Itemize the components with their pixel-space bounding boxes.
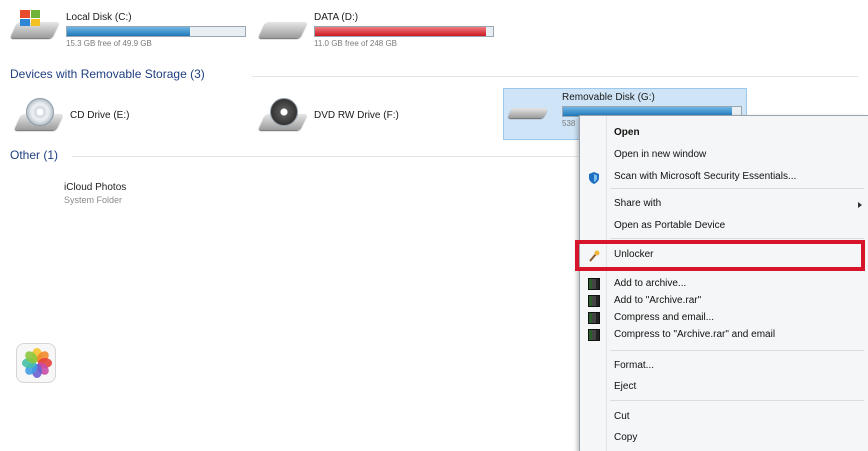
- drive-usage-bar: [314, 26, 494, 37]
- menu-item-compress-and-email[interactable]: Compress and email...: [614, 312, 714, 323]
- menu-item-open-new-window[interactable]: Open in new window: [614, 149, 706, 160]
- drive-name: Local Disk (C:): [66, 12, 132, 23]
- usb-drive-icon: [506, 88, 556, 124]
- menu-item-scan-security-essentials[interactable]: Scan with Microsoft Security Essentials.…: [614, 171, 796, 182]
- drive-local-c[interactable]: Local Disk (C:) 15.3 GB free of 49.9 GB: [10, 8, 246, 48]
- menu-item-add-to-archive[interactable]: Add to archive...: [614, 278, 686, 289]
- menu-item-share-with[interactable]: Share with: [614, 198, 661, 209]
- menu-item-cut[interactable]: Cut: [614, 411, 630, 422]
- winrar-icon: [588, 295, 600, 307]
- section-divider: [252, 76, 858, 77]
- hard-drive-icon: [258, 8, 308, 44]
- context-menu: Open Open in new window Scan with Micros…: [579, 115, 868, 451]
- drive-name: CD Drive (E:): [70, 110, 130, 121]
- winrar-icon: [588, 312, 600, 324]
- icloud-photos-item[interactable]: iCloud Photos System Folder: [0, 170, 200, 383]
- winrar-icon: [588, 278, 600, 290]
- menu-gutter: [606, 116, 607, 451]
- drive-cd-e[interactable]: CD Drive (E:): [14, 96, 129, 132]
- drive-usage-bar: [66, 26, 246, 37]
- menu-item-compress-to-archive-and-email[interactable]: Compress to "Archive.rar" and email: [614, 329, 775, 340]
- shield-icon: [588, 171, 600, 184]
- drive-name: DVD RW Drive (F:): [314, 110, 399, 121]
- submenu-arrow-icon: [858, 202, 862, 208]
- photos-icon: [16, 343, 56, 383]
- section-header-other[interactable]: Other (1): [10, 148, 58, 162]
- menu-item-open-portable-device[interactable]: Open as Portable Device: [614, 220, 725, 231]
- drive-free-space: 11.0 GB free of 248 GB: [314, 39, 398, 48]
- menu-item-eject[interactable]: Eject: [614, 381, 636, 392]
- windows-logo-icon: [20, 10, 40, 26]
- hard-drive-icon: [10, 8, 60, 44]
- cd-drive-icon: [14, 96, 64, 132]
- menu-item-format[interactable]: Format...: [614, 360, 654, 371]
- menu-separator: [610, 350, 864, 351]
- menu-separator: [610, 188, 864, 189]
- drive-dvd-f[interactable]: DVD RW Drive (F:): [258, 96, 399, 132]
- item-type: System Folder: [64, 195, 123, 205]
- drive-free-space: 15.3 GB free of 49.9 GB: [66, 39, 152, 48]
- drive-name: Removable Disk (G:): [562, 92, 655, 103]
- menu-item-copy[interactable]: Copy: [614, 432, 637, 443]
- menu-separator: [610, 400, 864, 401]
- menu-item-add-to-archive-rar[interactable]: Add to "Archive.rar": [614, 295, 701, 306]
- menu-separator: [610, 238, 864, 239]
- section-divider: [72, 156, 578, 157]
- item-name: iCloud Photos: [64, 182, 127, 193]
- unlocker-highlight-box: [575, 240, 865, 271]
- drive-data-d[interactable]: DATA (D:) 11.0 GB free of 248 GB: [258, 8, 494, 48]
- winrar-icon: [588, 329, 600, 341]
- menu-item-open[interactable]: Open: [614, 127, 640, 138]
- dvd-drive-icon: [258, 96, 308, 132]
- section-header-removable[interactable]: Devices with Removable Storage (3): [10, 67, 205, 81]
- drive-name: DATA (D:): [314, 12, 359, 23]
